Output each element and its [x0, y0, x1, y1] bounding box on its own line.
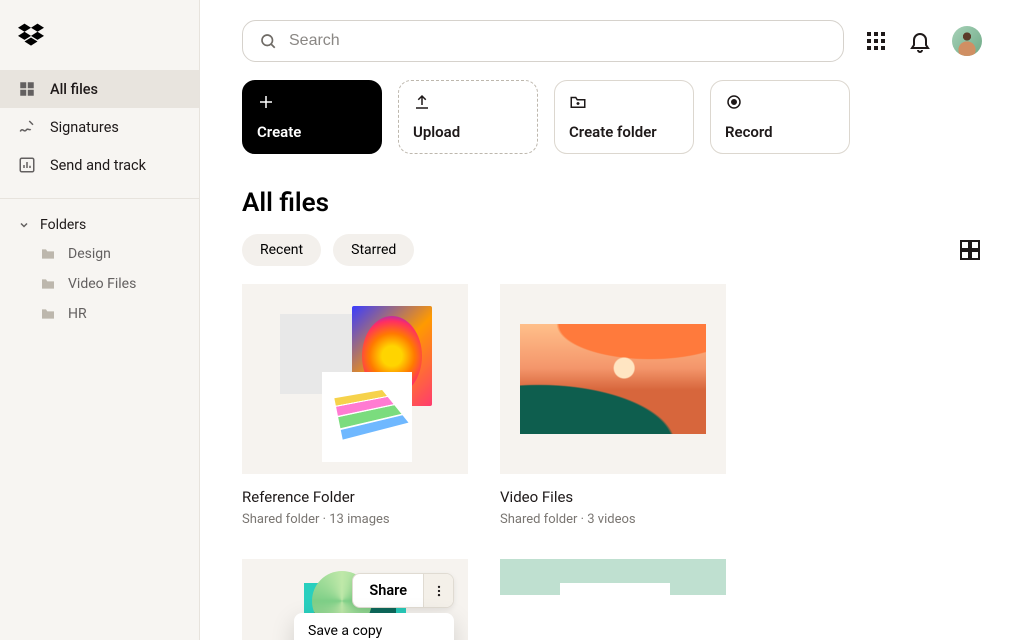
chips: Recent Starred — [242, 234, 414, 266]
upload-icon — [413, 93, 431, 111]
more-menu-button[interactable] — [423, 574, 453, 607]
action-label: Create — [257, 123, 367, 141]
upload-button[interactable]: Upload — [398, 80, 538, 154]
record-button[interactable]: Record — [710, 80, 850, 154]
chip-recent[interactable]: Recent — [242, 234, 321, 266]
action-row: Create Upload Create folder Record — [242, 80, 982, 154]
file-card: Video Files Shared folder · 3 videos — [500, 284, 726, 527]
file-thumbnail[interactable] — [500, 559, 726, 619]
folders-header[interactable]: Folders — [0, 203, 199, 239]
folders-label: Folders — [40, 217, 86, 233]
nav-label: All files — [50, 81, 98, 98]
record-icon — [725, 93, 743, 111]
search-box[interactable] — [242, 20, 844, 62]
analytics-icon — [18, 156, 36, 174]
folder-icon — [40, 246, 56, 262]
sidebar-divider — [0, 198, 199, 199]
folder-label: Video Files — [68, 276, 136, 292]
action-label: Upload — [413, 123, 523, 141]
file-title: Reference Folder — [242, 488, 468, 506]
chip-starred[interactable]: Starred — [333, 234, 414, 266]
dropbox-icon — [18, 22, 44, 48]
primary-nav: All files Signatures Send and track — [0, 62, 199, 192]
create-button[interactable]: Create — [242, 80, 382, 154]
file-thumbnail[interactable]: Client Agreement Share Save a copy Send … — [242, 559, 468, 640]
sidebar: All files Signatures Send and track Fold… — [0, 0, 200, 640]
share-button[interactable]: Share — [353, 574, 423, 607]
search-icon — [259, 32, 277, 50]
nav-all-files[interactable]: All files — [0, 70, 199, 108]
file-title: Video Files — [500, 488, 726, 506]
file-grid: Reference Folder Shared folder · 13 imag… — [242, 284, 982, 640]
context-menu: Save a copy Send and track — [294, 613, 454, 640]
folder-icon — [40, 306, 56, 322]
menu-item-save-copy[interactable]: Save a copy — [294, 613, 454, 640]
filter-row: Recent Starred — [242, 234, 982, 266]
file-thumbnail[interactable] — [500, 284, 726, 474]
signature-icon — [18, 118, 36, 136]
nav-send-track[interactable]: Send and track — [0, 146, 199, 184]
search-input[interactable] — [289, 32, 827, 50]
file-card: Reference Folder Shared folder · 13 imag… — [242, 284, 468, 527]
kebab-icon — [432, 584, 446, 598]
create-folder-button[interactable]: Create folder — [554, 80, 694, 154]
dropbox-logo[interactable] — [0, 0, 199, 62]
apps-grid-icon[interactable] — [864, 29, 888, 53]
action-label: Create folder — [569, 123, 679, 141]
file-card — [500, 559, 726, 640]
nav-signatures[interactable]: Signatures — [0, 108, 199, 146]
folder-video-files[interactable]: Video Files — [0, 269, 199, 299]
grid-icon — [18, 80, 36, 98]
nav-label: Signatures — [50, 119, 119, 136]
file-subtitle: Shared folder · 13 images — [242, 512, 468, 527]
folder-label: HR — [68, 306, 87, 322]
plus-icon — [257, 93, 275, 111]
view-toggle-icon[interactable] — [958, 238, 982, 262]
folder-hr[interactable]: HR — [0, 299, 199, 329]
file-thumbnail[interactable] — [242, 284, 468, 474]
nav-label: Send and track — [50, 157, 146, 174]
folder-label: Design — [68, 246, 111, 262]
main-content: Create Upload Create folder Record All f… — [200, 0, 1024, 640]
topbar — [242, 20, 982, 62]
folder-design[interactable]: Design — [0, 239, 199, 269]
folder-plus-icon — [569, 93, 587, 111]
folder-icon — [40, 276, 56, 292]
page-title: All files — [242, 188, 982, 218]
chevron-down-icon — [18, 219, 30, 231]
bell-icon[interactable] — [908, 29, 932, 53]
action-label: Record — [725, 123, 835, 141]
share-bar: Share — [352, 573, 454, 608]
file-subtitle: Shared folder · 3 videos — [500, 512, 726, 527]
avatar[interactable] — [952, 26, 982, 56]
file-card: Client Agreement Share Save a copy Send … — [242, 559, 468, 640]
